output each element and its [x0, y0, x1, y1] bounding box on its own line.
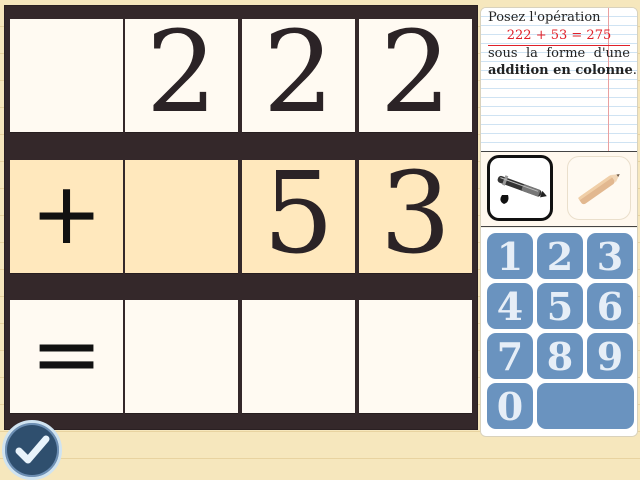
instruction-card: Posez l'opération 222 + 53 = 275 sous la… — [481, 8, 637, 152]
cell-r3-c4[interactable] — [359, 300, 472, 413]
instruction-title: Posez l'opération — [488, 10, 601, 25]
instruction-period: . — [632, 63, 637, 78]
key-6[interactable]: 6 — [587, 283, 633, 329]
cell-value: 2 — [379, 7, 452, 138]
cell-r1-c2[interactable]: 2 — [125, 7, 238, 138]
cell-r2-c1[interactable]: + — [10, 160, 123, 273]
key-7[interactable]: 7 — [487, 333, 533, 379]
tool-selector — [481, 152, 637, 227]
number-keypad: 1 2 3 4 5 6 7 8 9 0 — [481, 228, 637, 436]
validate-button[interactable] — [2, 420, 62, 480]
cell-r1-c4[interactable]: 2 — [359, 7, 472, 138]
cell-r2-c2[interactable] — [125, 160, 238, 273]
plus-sign: + — [30, 163, 103, 264]
operation-board: 2 2 2 + 5 3 = — [4, 5, 478, 430]
pencil-tool-button[interactable] — [567, 156, 631, 220]
cell-r3-c2[interactable] — [125, 300, 238, 413]
key-2[interactable]: 2 — [537, 233, 583, 279]
key-1[interactable]: 1 — [487, 233, 533, 279]
key-5[interactable]: 5 — [537, 283, 583, 329]
cell-r3-c3[interactable] — [242, 300, 355, 413]
equals-sign: = — [30, 303, 103, 404]
key-4[interactable]: 4 — [487, 283, 533, 329]
pen-icon — [497, 175, 547, 204]
checkmark-icon — [15, 435, 50, 464]
cell-value: 3 — [379, 148, 452, 279]
cell-r2-c3[interactable]: 5 — [242, 148, 355, 279]
instruction-line-1: sous la forme d'une — [488, 46, 630, 61]
instruction-bold: addition en colonne — [488, 63, 633, 78]
instruction-line-2: addition en colonne. — [488, 63, 637, 78]
key-0[interactable]: 0 — [487, 383, 533, 429]
cell-r2-c4[interactable]: 3 — [359, 148, 472, 279]
key-blank[interactable] — [537, 383, 634, 429]
key-9[interactable]: 9 — [587, 333, 633, 379]
cell-r1-c1[interactable] — [10, 19, 123, 132]
cell-r1-c3[interactable]: 2 — [242, 7, 355, 138]
cell-r3-c1[interactable]: = — [10, 300, 123, 413]
instruction-equation: 222 + 53 = 275 — [506, 28, 612, 43]
key-8[interactable]: 8 — [537, 333, 583, 379]
pencil-icon — [578, 174, 620, 205]
key-3[interactable]: 3 — [587, 233, 633, 279]
side-panel: Posez l'opération 222 + 53 = 275 sous la… — [480, 7, 638, 437]
cell-value: 2 — [145, 7, 218, 138]
cell-value: 2 — [262, 7, 335, 138]
pen-tool-button[interactable] — [487, 155, 553, 221]
cell-value: 5 — [262, 148, 335, 279]
